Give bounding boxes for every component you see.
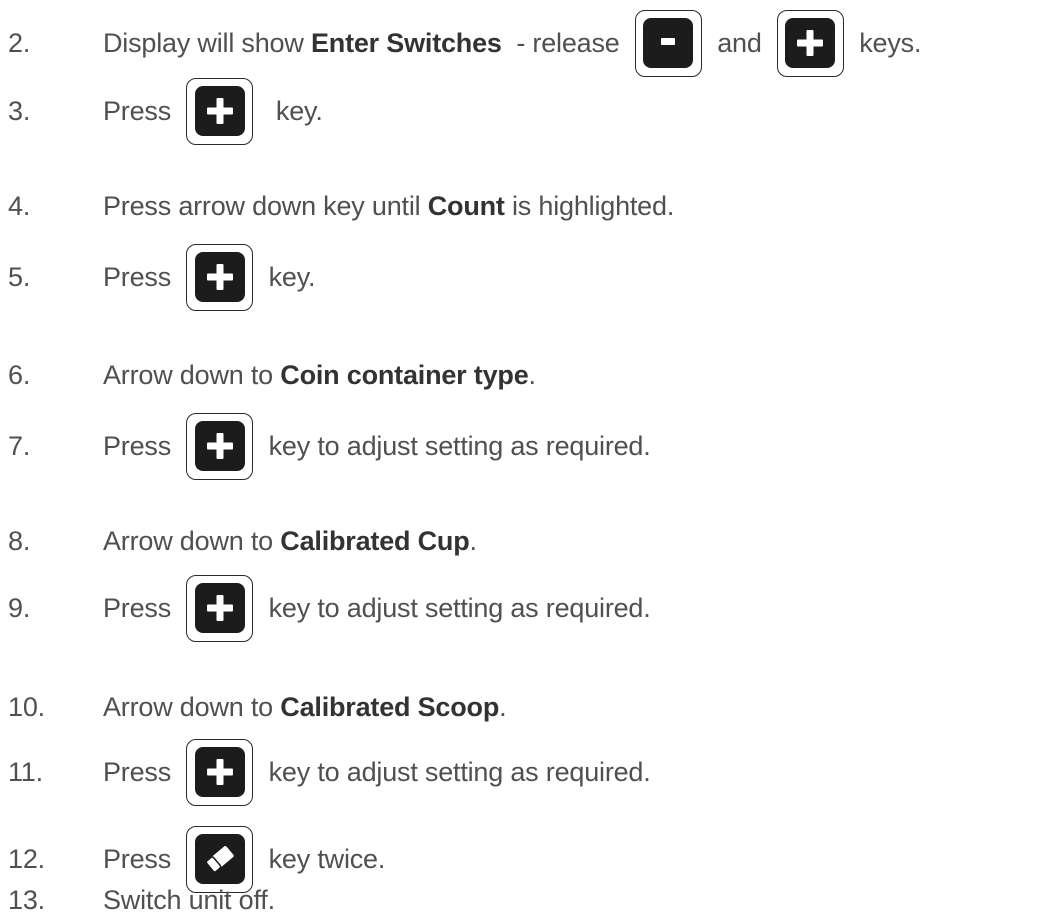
step-text-segment: key. (261, 261, 316, 292)
step-text-segment: Display will show (103, 27, 311, 58)
step-text-segment: is highlighted. (504, 190, 675, 221)
step-number: 5. (8, 261, 31, 292)
step-text: Arrow down to Coin container type. (103, 360, 536, 391)
step-text: Press key to adjust setting as required. (103, 574, 651, 642)
step-number: 8. (8, 525, 31, 556)
step-text-segment: . (499, 691, 507, 722)
step-text-segment: key to adjust setting as required. (261, 430, 651, 461)
step-emphasis: Enter Switches (310, 27, 502, 58)
step-text-segment: Press (103, 261, 179, 292)
step-text-segment: key to adjust setting as required. (261, 592, 651, 623)
step-text: Press key. (103, 243, 316, 311)
step-number: 4. (8, 190, 31, 221)
step-emphasis: Coin container type (280, 359, 529, 390)
plus-key-icon (186, 243, 254, 311)
minus-key-icon (634, 9, 702, 77)
step-number: 10. (8, 691, 45, 722)
step-number: 2. (8, 27, 31, 58)
instruction-step: 9. Press key to adjust setting as require… (0, 573, 1060, 643)
step-number: 9. (8, 592, 31, 623)
instruction-step: 2. Display will show Enter Switches - rel… (0, 8, 1060, 78)
instruction-step: 4. Press arrow down key until Count is hi… (0, 171, 1060, 241)
step-text-segment: key. (261, 95, 323, 126)
step-emphasis: Count (427, 190, 505, 221)
plus-key-icon (776, 9, 844, 77)
step-text-segment: key to adjust setting as required. (261, 756, 651, 787)
step-text-segment: and (709, 27, 769, 58)
step-text-segment: Arrow down to (103, 525, 281, 556)
instruction-step: 10. Arrow down to Calibrated Scoop. (0, 672, 1060, 742)
step-text: Arrow down to Calibrated Scoop. (103, 691, 507, 723)
plus-key-icon (186, 77, 254, 145)
plus-key-icon (186, 738, 254, 806)
step-text-segment: Press (103, 756, 179, 787)
step-number: 7. (8, 430, 31, 461)
step-text-segment: Switch unit off. (103, 884, 275, 915)
instruction-step: 5. Press key. (0, 242, 1060, 312)
instruction-step: 6. Arrow down to Coin container type. (0, 340, 1060, 410)
step-emphasis: Calibrated Cup (280, 525, 470, 556)
step-text-segment: Press arrow down key until (103, 190, 428, 221)
step-text: Press key to adjust setting as required. (103, 738, 651, 806)
step-text: Arrow down to Calibrated Cup. (103, 526, 477, 557)
instruction-step: 8. Arrow down to Calibrated Cup. (0, 506, 1060, 576)
step-number: 12. (8, 843, 45, 874)
step-text: Press key to adjust setting as required. (103, 412, 651, 480)
step-text: Press key. (103, 77, 323, 145)
step-text-segment: - release (501, 27, 627, 58)
instruction-step: 3. Press key. (0, 76, 1060, 146)
step-text-segment: Press (103, 592, 179, 623)
step-text-segment: key twice. (261, 843, 386, 874)
step-text-segment: Arrow down to (103, 359, 281, 390)
step-emphasis: Calibrated Scoop (280, 691, 500, 722)
step-text-segment: keys. (851, 27, 922, 58)
step-text-segment: Press (103, 95, 179, 126)
step-number: 6. (8, 359, 31, 390)
step-text-segment: Arrow down to (103, 691, 281, 722)
plus-key-icon (186, 412, 254, 480)
plus-key-icon (186, 574, 254, 642)
step-text-segment: . (469, 525, 478, 556)
eraser-key-icon (186, 825, 254, 893)
step-number: 3. (8, 95, 31, 126)
instruction-step: 11. Press key to adjust setting as requir… (0, 737, 1060, 807)
step-text: Display will show Enter Switches - relea… (103, 9, 922, 77)
step-text-segment: Press (103, 430, 179, 461)
step-text-segment: . (528, 359, 537, 390)
step-number: 11. (8, 756, 43, 787)
step-text-segment: Press (103, 843, 179, 874)
step-text: Press arrow down key until Count is high… (103, 191, 674, 222)
instruction-step: 12. Press key twice. (0, 825, 1060, 893)
step-text: Switch unit off. (103, 885, 275, 916)
instruction-step: 7. Press key to adjust setting as require… (0, 411, 1060, 481)
step-number: 13. (8, 884, 45, 915)
step-text: Press key twice. (103, 825, 386, 893)
